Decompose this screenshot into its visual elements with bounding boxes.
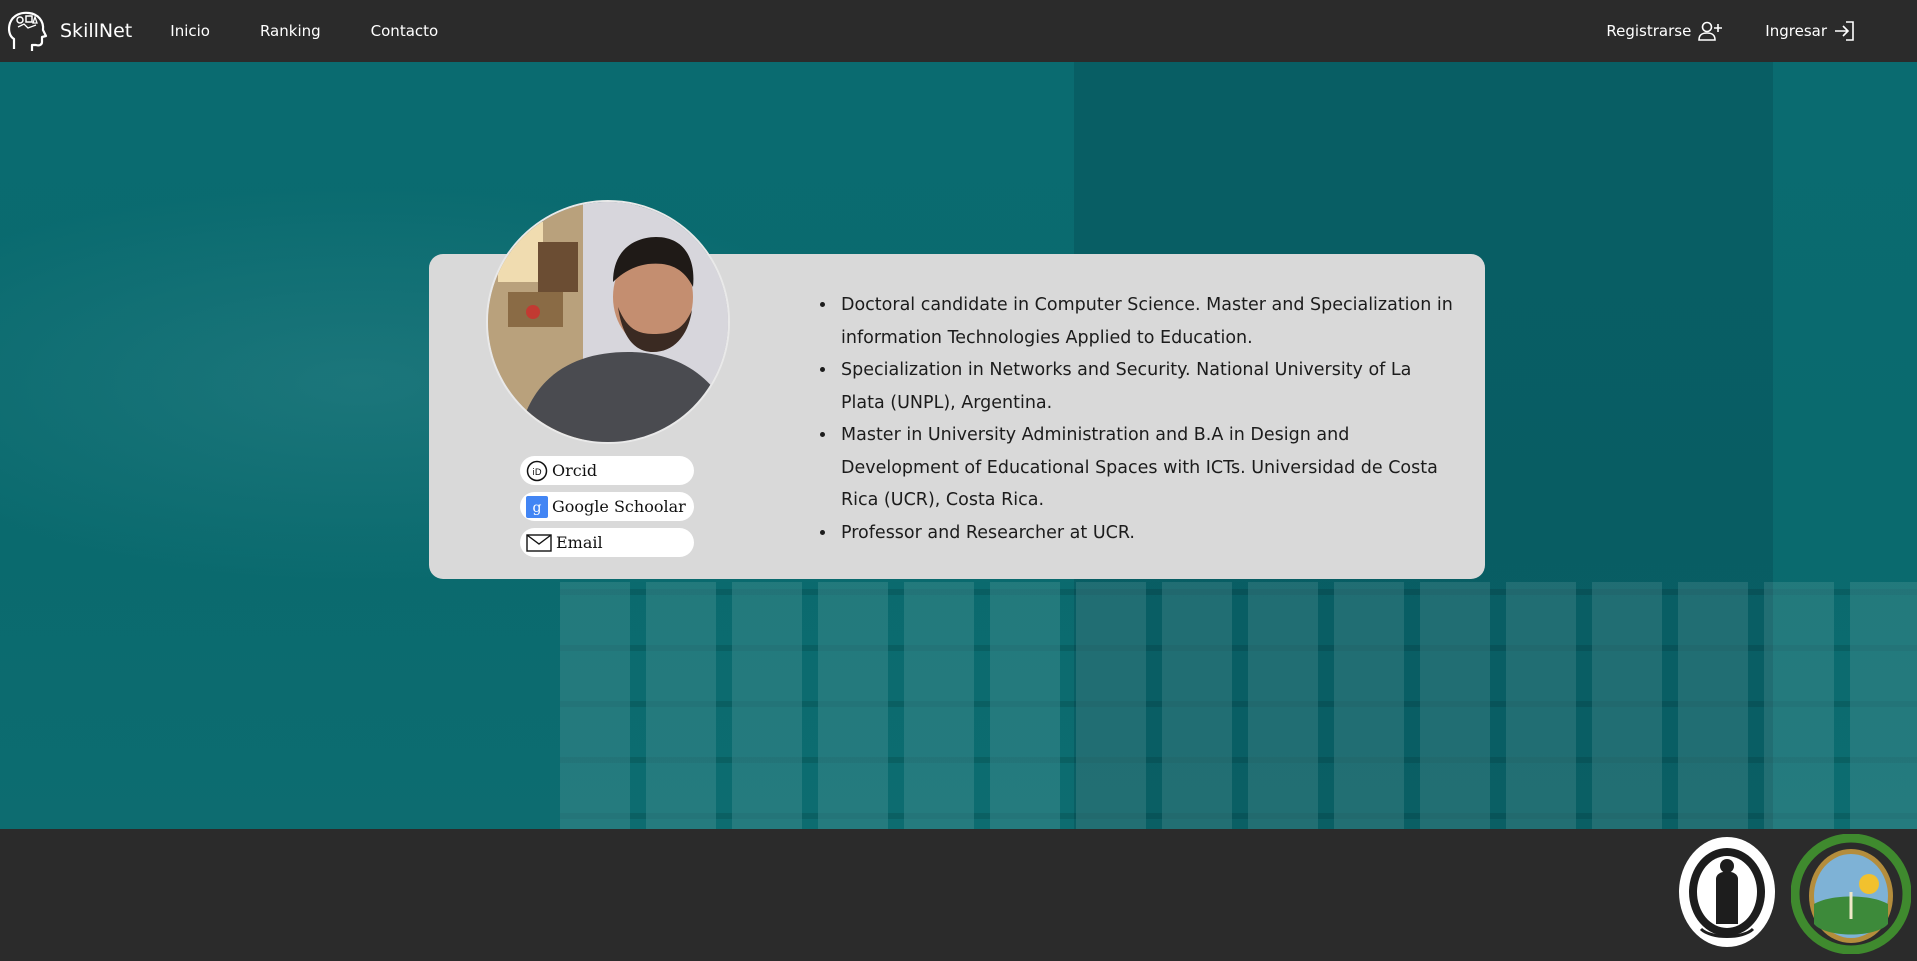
brand-name: SkillNet [60,20,133,42]
login-icon [1835,21,1854,41]
bio-item: Specialization in Networks and Security.… [837,354,1457,419]
google-scholar-icon: g [526,495,548,518]
login-label: Ingresar [1765,22,1827,40]
email-icon [526,533,552,552]
email-label: Email [556,533,603,552]
brand[interactable]: SkillNet [6,9,132,53]
footer [0,829,1917,961]
email-link[interactable]: Email [520,528,694,557]
nav-actions: Registrarse Ingresar [1564,0,1857,62]
nav-links: Inicio Ranking Contacto [170,22,488,40]
profile-avatar [486,200,730,444]
user-plus-icon [1698,21,1723,41]
bio-item: Master in University Administration and … [837,419,1457,517]
avatar-photo [488,202,728,442]
profile-bio-list: Doctoral candidate in Computer Science. … [815,289,1457,549]
bio-item: Doctoral candidate in Computer Science. … [837,289,1457,354]
university-seal-icon [1679,837,1775,947]
login-button[interactable]: Ingresar [1765,20,1857,42]
register-button[interactable]: Registrarse [1606,20,1723,42]
svg-text:iD: iD [532,468,542,478]
register-label: Registrarse [1606,22,1692,40]
nav-link-contacto[interactable]: Contacto [371,22,439,40]
skillnet-logo-icon [7,11,48,51]
nav-link-ranking[interactable]: Ranking [260,22,321,40]
google-scholar-link[interactable]: g Google Schoolar [520,492,694,521]
navbar: SkillNet Inicio Ranking Contacto Registr… [0,0,1917,62]
orcid-link[interactable]: iD Orcid [520,456,694,485]
google-scholar-label: Google Schoolar [552,497,686,516]
bio-item: Professor and Researcher at UCR. [837,517,1457,550]
orcid-label: Orcid [552,461,598,480]
nav-link-inicio[interactable]: Inicio [170,22,210,40]
profile-links: iD Orcid g Google Schoolar Email [520,456,694,564]
provincial-emblem-icon [1791,834,1911,954]
keyboard-texture [560,582,1917,829]
orcid-icon: iD [526,460,548,481]
svg-text:g: g [533,500,542,516]
